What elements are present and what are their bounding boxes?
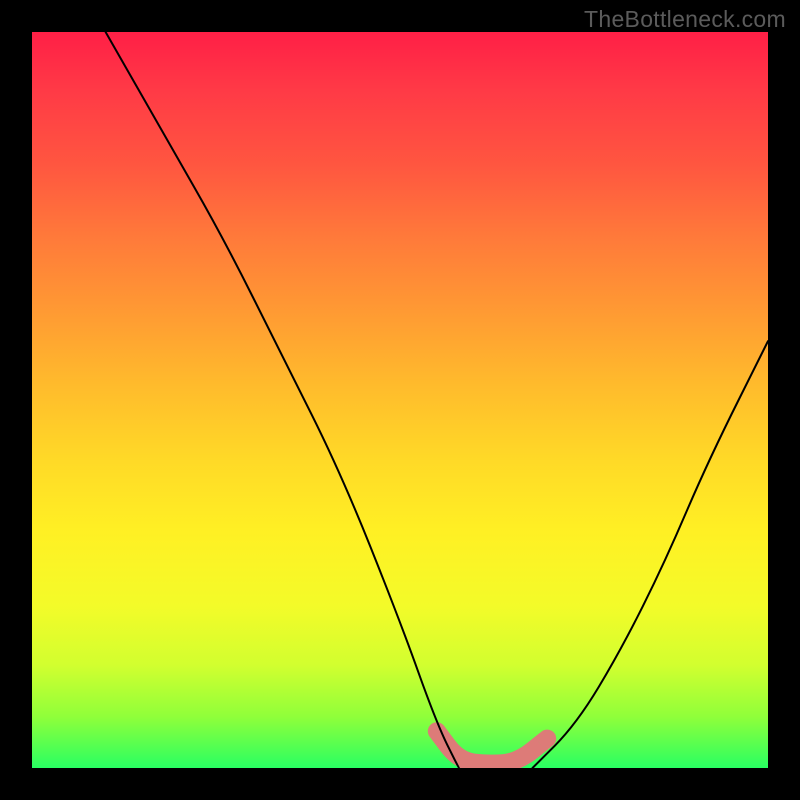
- curves-svg: [32, 32, 768, 768]
- plot-area: [32, 32, 768, 768]
- chart-canvas: TheBottleneck.com: [0, 0, 800, 800]
- watermark-text: TheBottleneck.com: [584, 6, 786, 33]
- right-curve-line: [533, 341, 769, 768]
- left-curve-line: [106, 32, 459, 768]
